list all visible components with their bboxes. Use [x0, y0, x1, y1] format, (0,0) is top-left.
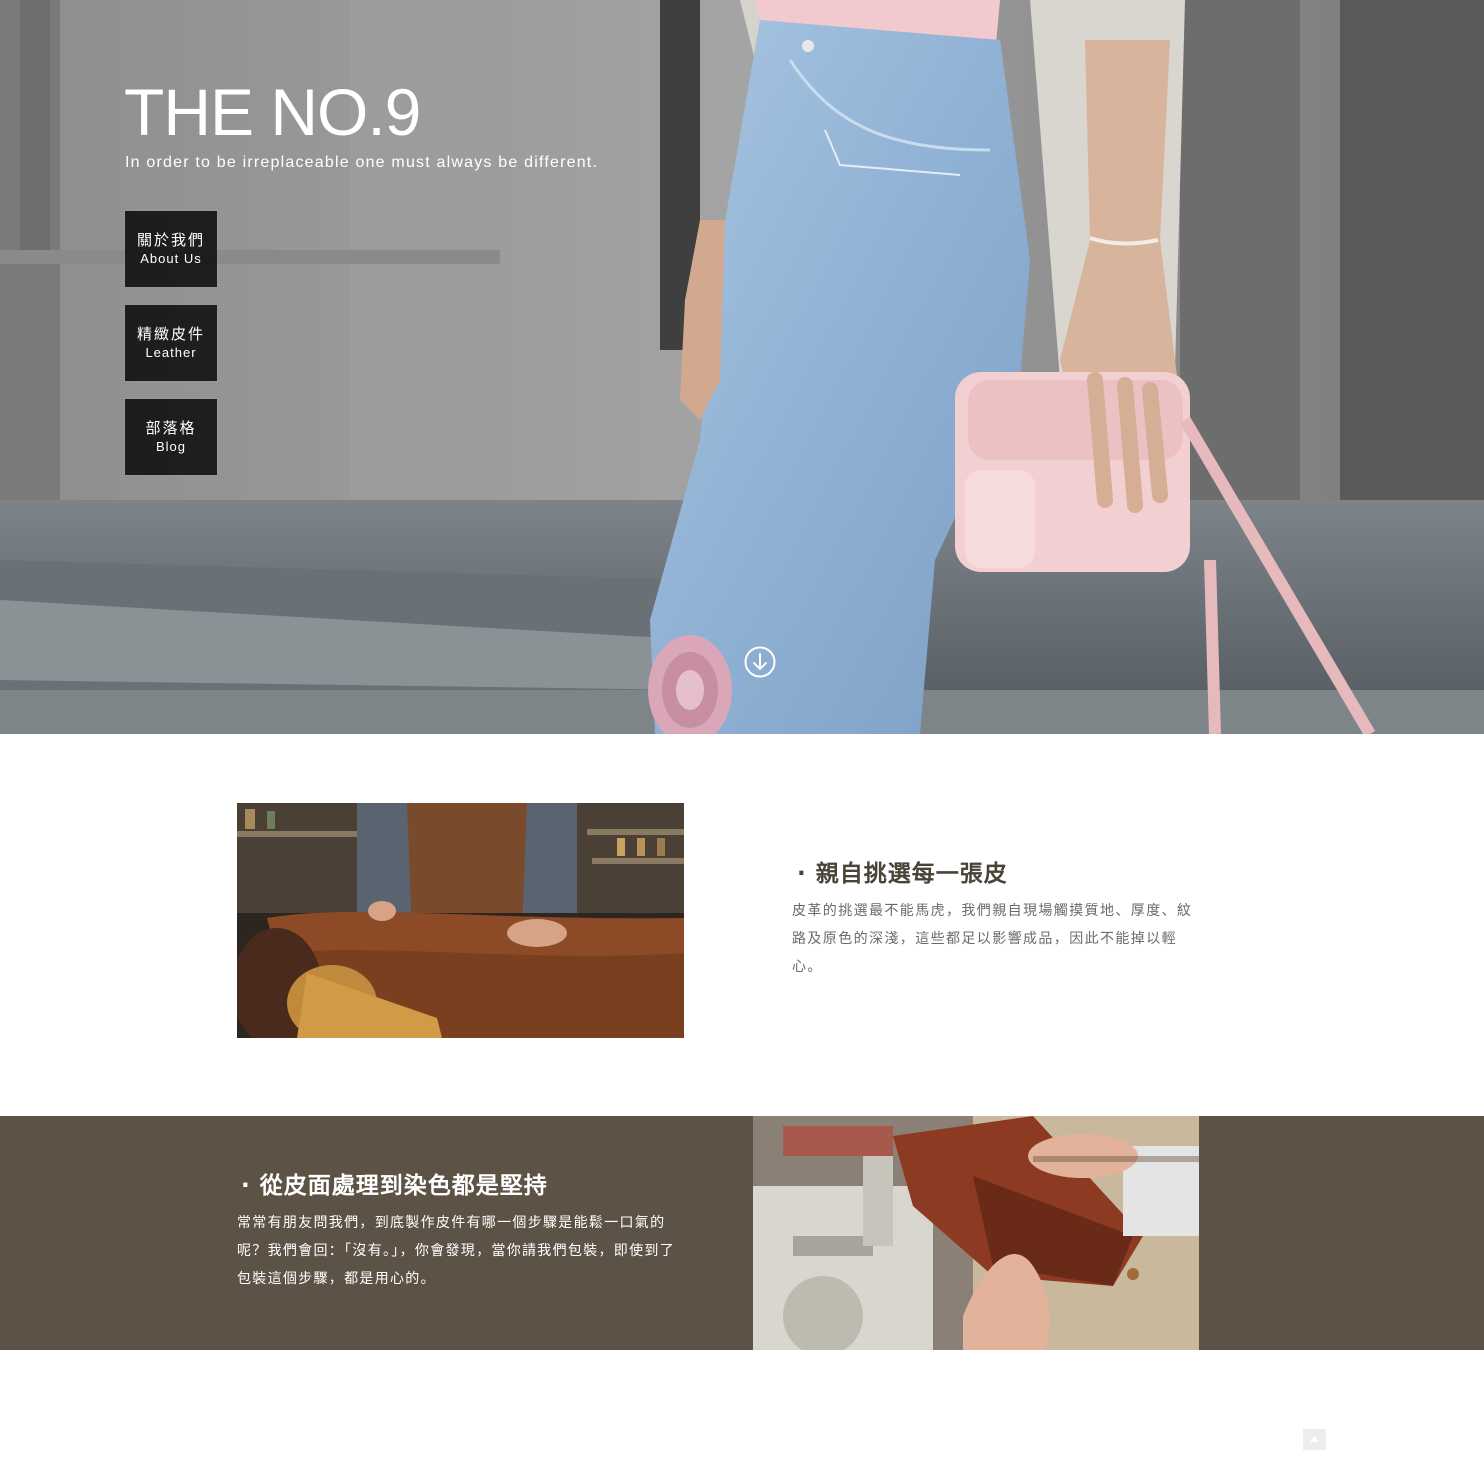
feature-body-dyeing: 常常有朋友問我們，到底製作皮件有哪一個步驟是能鬆一口氣的呢？我們會回：「沒有。」… [237, 1215, 675, 1287]
back-to-top-button[interactable] [1303, 1429, 1326, 1450]
feature-body-leather-selection: 皮革的挑選最不能馬虎，我們親自現場觸摸質地、厚度、紋路及原色的深淺，這些都足以影… [792, 903, 1193, 975]
wallet-crafting-photo [753, 1116, 1199, 1350]
nav-label-zh: 關於我們 [136, 231, 205, 249]
arrow-down-circle-icon[interactable] [744, 646, 776, 678]
feature-band [0, 1116, 1484, 1350]
brand-tagline: In order to be irreplaceable one must al… [125, 154, 599, 171]
nav-label-zh: 部落格 [145, 419, 197, 437]
nav-button-leather[interactable]: 精緻皮件 Leather [125, 305, 217, 381]
nav-label-en: About Us [140, 251, 202, 266]
nav-button-blog[interactable]: 部落格 Blog [125, 399, 217, 475]
hero-banner: THE NO.9 In order to be irreplaceable on… [0, 0, 1484, 734]
nav-button-about-us[interactable]: 關於我們 About Us [125, 211, 217, 287]
feature-title-dyeing: · 從皮面處理到染色都是堅持 [241, 1173, 548, 1199]
leather-selection-photo [237, 803, 684, 1038]
nav-label-en: Leather [145, 345, 197, 360]
brand-title: THE NO.9 [124, 75, 421, 149]
feature-title-leather-selection: · 親自挑選每一張皮 [797, 861, 1008, 887]
nav-label-en: Blog [155, 439, 187, 454]
chevron-up-icon [1310, 1436, 1319, 1442]
nav-label-zh: 精緻皮件 [136, 325, 205, 343]
